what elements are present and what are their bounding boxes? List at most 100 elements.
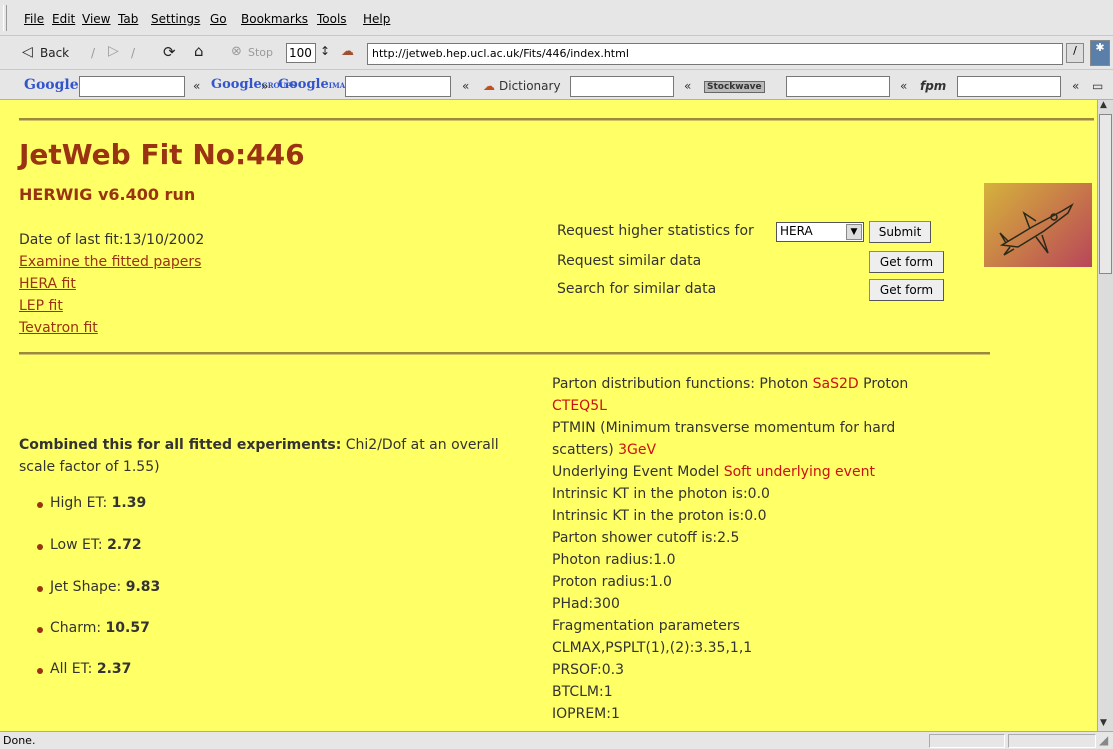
ptmin-line: PTMIN (Minimum transverse momentum for h…: [552, 420, 896, 436]
page-subtitle: HERWIG v6.400 run: [19, 185, 196, 204]
forward-history-icon[interactable]: /: [131, 46, 135, 60]
search-similar-get-form-button[interactable]: Get form: [869, 279, 944, 301]
result-all-et: All ET: 2.37: [50, 661, 132, 677]
url-field[interactable]: http://jetweb.hep.ucl.ac.uk/Fits/446/ind…: [367, 43, 1063, 65]
menu-tools[interactable]: Tools: [317, 12, 347, 26]
status-text: Done.: [3, 734, 36, 747]
stockwave-logo[interactable]: Stockwave: [704, 81, 765, 93]
status-bar: Done. ◢: [0, 731, 1113, 749]
zoom-input[interactable]: 100: [286, 43, 316, 63]
pdf-proton-value: CTEQ5L: [552, 398, 607, 414]
menu-edit[interactable]: Edit: [52, 12, 75, 26]
menu-help[interactable]: Help: [363, 12, 390, 26]
vertical-scrollbar[interactable]: ▲ ▼: [1097, 100, 1113, 731]
menu-file[interactable]: File: [24, 12, 44, 26]
dictionary-icon: ☁: [483, 79, 495, 93]
pdf-photon-value: SaS2D: [812, 376, 859, 392]
lep-fit-link[interactable]: LEP fit: [19, 298, 63, 314]
status-progress: [929, 734, 1005, 748]
param-line: Intrinsic KT in the photon is:0.0: [552, 486, 770, 502]
param-line: PRSOF:0.3: [552, 662, 625, 678]
result-high-et: High ET: 1.39: [50, 495, 147, 511]
back-history-icon[interactable]: /: [91, 46, 95, 60]
menu-go[interactable]: Go: [210, 12, 227, 26]
scroll-down-icon[interactable]: ▼: [1100, 718, 1107, 728]
param-line: IOPREM:1: [552, 706, 620, 722]
param-line: Photon radius:1.0: [552, 552, 676, 568]
underlying-event-line: Underlying Event Model Soft underlying e…: [552, 464, 875, 480]
examine-papers-link[interactable]: Examine the fitted papers: [19, 254, 201, 270]
ptmin-value: 3GeV: [618, 442, 657, 458]
url-dropdown-button[interactable]: /: [1066, 43, 1084, 63]
param-line: Fragmentation parameters: [552, 618, 740, 634]
nav-left-icon[interactable]: «: [1072, 79, 1079, 93]
combined-results-heading: Combined this for all fitted experiments…: [19, 434, 539, 478]
jetweb-logo[interactable]: [984, 183, 1092, 267]
back-button[interactable]: Back: [40, 46, 69, 60]
forward-arrow-icon[interactable]: ▷: [108, 43, 119, 59]
google-images-input[interactable]: [345, 76, 451, 97]
menu-settings[interactable]: Settings: [151, 12, 200, 26]
param-line: Proton radius:1.0: [552, 574, 672, 590]
stockwave-input[interactable]: [786, 76, 890, 97]
nav-left-icon[interactable]: «: [462, 79, 469, 93]
param-line: Intrinsic KT in the proton is:0.0: [552, 508, 767, 524]
request-similar-label: Request similar data: [557, 253, 702, 269]
resize-grip-icon[interactable]: ◢: [1099, 733, 1108, 747]
bullet-icon: [37, 544, 43, 550]
scroll-up-icon[interactable]: ▲: [1100, 100, 1107, 110]
menu-bookmarks[interactable]: Bookmarks: [241, 12, 308, 26]
bullet-icon: [37, 502, 43, 508]
request-similar-get-form-button[interactable]: Get form: [869, 251, 944, 273]
middle-divider: [19, 352, 990, 355]
request-higher-label: Request higher statistics for: [557, 223, 754, 239]
result-charm: Charm: 10.57: [50, 620, 150, 636]
stop-button[interactable]: Stop: [248, 46, 273, 59]
submit-button[interactable]: Submit: [869, 221, 931, 243]
experiment-select[interactable]: HERA ▼: [776, 222, 864, 242]
bullet-icon: [37, 627, 43, 633]
nav-right-icon[interactable]: »: [261, 79, 268, 93]
back-arrow-icon[interactable]: ◁: [22, 44, 33, 60]
combined-label: Combined this for all fitted experiments…: [19, 437, 342, 453]
pdf-line: Parton distribution functions: Photon Sa…: [552, 376, 909, 392]
scroll-thumb[interactable]: [1099, 114, 1112, 274]
zoom-stepper-icon[interactable]: ↕: [320, 44, 330, 58]
param-line: BTCLM:1: [552, 684, 613, 700]
bullet-icon: [37, 586, 43, 592]
nav-left-icon[interactable]: «: [193, 79, 200, 93]
dictionary-input[interactable]: [570, 76, 674, 97]
param-line: CLMAX,PSPLT(1),(2):3.35,1,1: [552, 640, 753, 656]
fpm-logo[interactable]: fpm: [920, 79, 946, 93]
google-logo: Google: [24, 77, 79, 93]
site-icon: ☁: [341, 44, 354, 59]
menu-bar: File Edit View Tab Settings Go Bookmarks…: [0, 0, 1113, 36]
status-security: [1008, 734, 1096, 748]
stop-icon[interactable]: ⊗: [231, 44, 242, 59]
bullet-icon: [37, 668, 43, 674]
result-jet-shape: Jet Shape: 9.83: [50, 579, 161, 595]
jet-plane-icon: [999, 203, 1074, 256]
param-line: Parton shower cutoff is:2.5: [552, 530, 740, 546]
dictionary-label[interactable]: Dictionary: [499, 79, 561, 93]
nav-left-icon[interactable]: «: [900, 79, 907, 93]
top-divider: [19, 118, 1094, 121]
dropdown-arrow-icon[interactable]: ▼: [846, 224, 862, 240]
menu-view[interactable]: View: [82, 12, 110, 26]
google-search-input[interactable]: [79, 76, 185, 97]
page-title: JetWeb Fit No:446: [19, 138, 305, 171]
hera-fit-link[interactable]: HERA fit: [19, 276, 76, 292]
nav-left-icon[interactable]: «: [684, 79, 691, 93]
result-low-et: Low ET: 2.72: [50, 537, 142, 553]
folder-icon[interactable]: ▭: [1092, 79, 1103, 93]
fpm-input[interactable]: [957, 76, 1061, 97]
reload-icon[interactable]: ⟳: [163, 43, 176, 61]
tevatron-fit-link[interactable]: Tevatron fit: [19, 320, 98, 336]
toolbar-grip[interactable]: [3, 5, 7, 31]
underlying-event-value: Soft underlying event: [723, 464, 875, 480]
param-line: PHad:300: [552, 596, 620, 612]
date-of-last-fit: Date of last fit:13/10/2002: [19, 232, 205, 248]
home-icon[interactable]: ⌂: [194, 42, 204, 60]
search-similar-label: Search for similar data: [557, 281, 717, 297]
menu-tab[interactable]: Tab: [118, 12, 138, 26]
